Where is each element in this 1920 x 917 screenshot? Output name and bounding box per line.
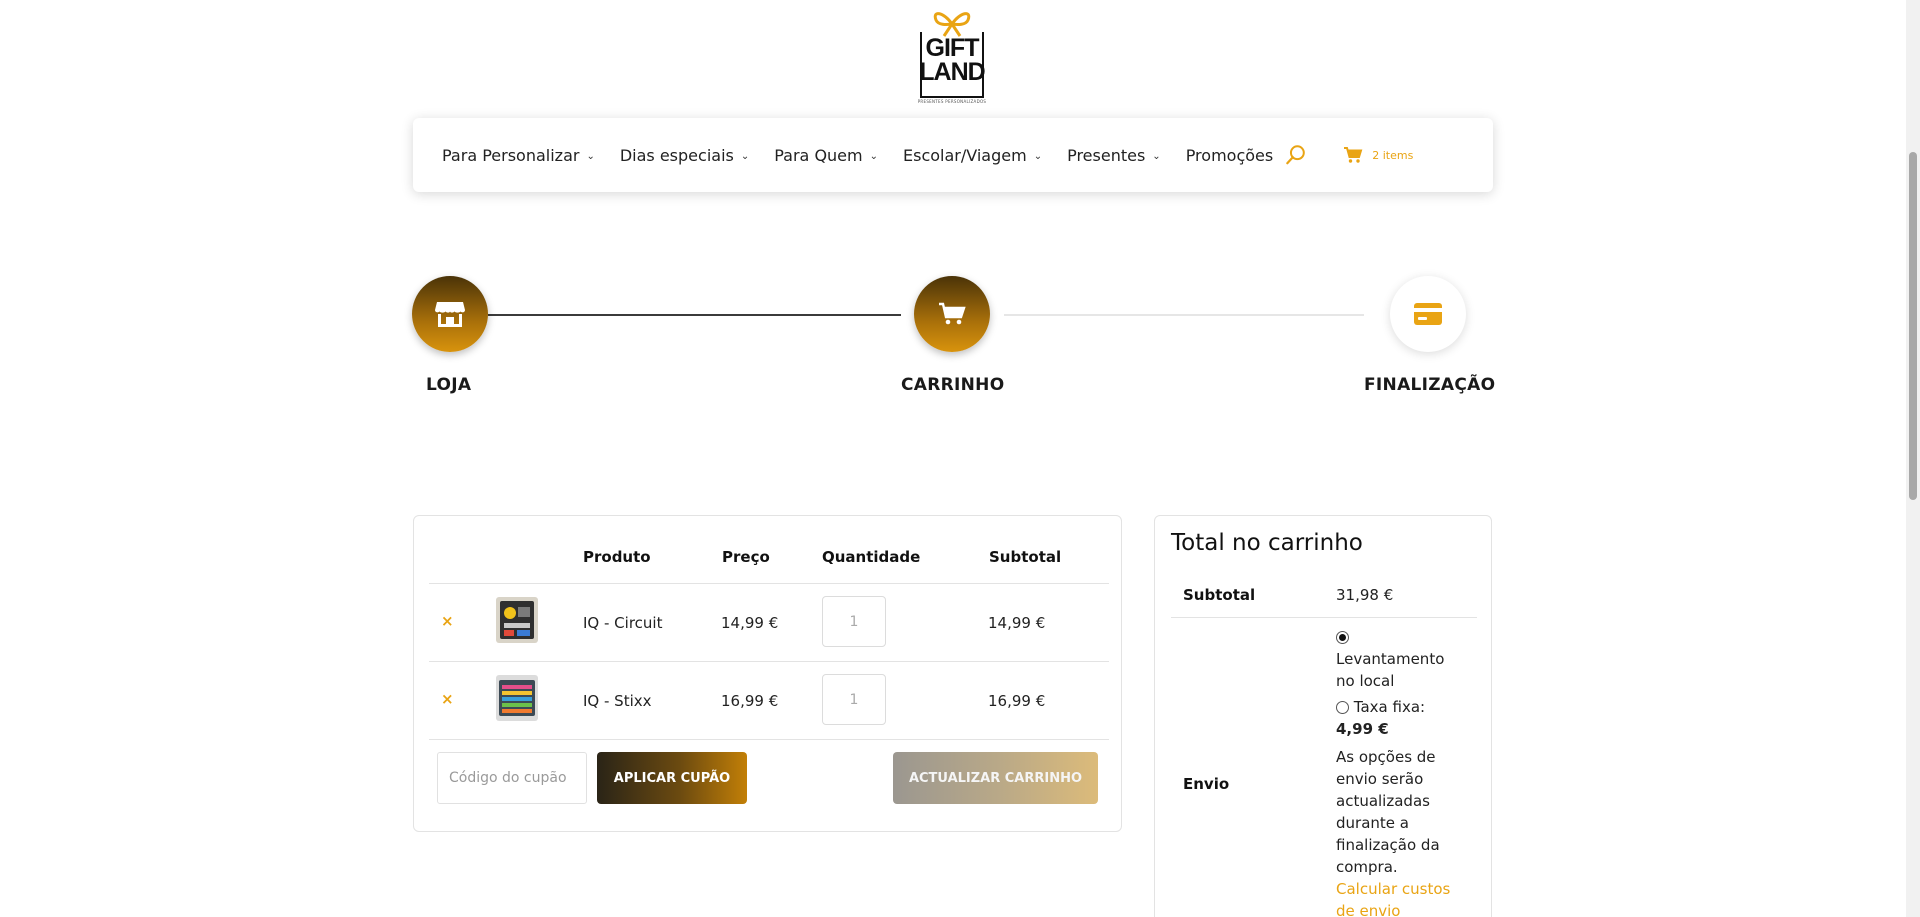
- subtotal-value: 31,98 €: [1336, 586, 1394, 604]
- product-thumbnail[interactable]: [496, 675, 538, 721]
- nav-item-para-personalizar[interactable]: Para Personalizar ⌄: [442, 146, 595, 165]
- cart-table: Produto Preço Quantidade Subtotal × IQ -…: [413, 515, 1122, 832]
- store-icon: [435, 302, 465, 327]
- product-subtotal: 14,99 €: [988, 614, 1046, 632]
- nav-item-escolar-viagem[interactable]: Escolar/Viagem ⌄: [903, 146, 1042, 165]
- radio-button-flat-rate[interactable]: [1336, 701, 1349, 714]
- column-header-product: Produto: [583, 548, 651, 566]
- radio-button-pickup[interactable]: [1336, 631, 1349, 644]
- nav-label: Escolar/Viagem: [903, 145, 1027, 165]
- cart-link[interactable]: 2 items: [1343, 146, 1413, 164]
- scrollbar-thumb[interactable]: [1909, 152, 1917, 500]
- shipping-label: Envio: [1183, 775, 1230, 793]
- nav-item-dias-especiais[interactable]: Dias especiais ⌄: [620, 146, 749, 165]
- product-price: 14,99 €: [721, 614, 779, 632]
- step-connector-pending: [1004, 314, 1364, 316]
- update-cart-button[interactable]: ACTUALIZAR CARRINHO: [893, 752, 1098, 804]
- table-row: × IQ - Circuit 14,99 € 14,99 €: [414, 584, 1123, 662]
- product-name-link[interactable]: IQ - Stixx: [583, 692, 652, 710]
- remove-item-button[interactable]: ×: [441, 691, 454, 707]
- step-cart[interactable]: [914, 276, 990, 352]
- column-header-quantity: Quantidade: [822, 548, 921, 566]
- credit-card-icon: [1414, 303, 1442, 325]
- step-label-checkout: FINALIZAÇÃO: [1364, 375, 1496, 395]
- product-subtotal: 16,99 €: [988, 692, 1046, 710]
- shipping-option-flat-rate[interactable]: Taxa fixa:: [1336, 696, 1466, 718]
- site-logo[interactable]: GIFT LAND PRESENTES PERSONALIZADOS: [913, 8, 991, 104]
- chevron-down-icon: ⌄: [1033, 150, 1043, 162]
- search-icon[interactable]: [1285, 144, 1307, 166]
- table-row: × IQ - Stixx 16,99 € 16,99 €: [414, 662, 1123, 740]
- row-divider: [1171, 617, 1477, 618]
- nav-label: Presentes: [1067, 145, 1146, 165]
- main-nav: Para Personalizar ⌄ Dias especiais ⌄ Par…: [413, 118, 1493, 192]
- cart-totals: Total no carrinho Subtotal 31,98 € Envio…: [1154, 515, 1492, 917]
- subtotal-label: Subtotal: [1183, 586, 1256, 604]
- product-name-link[interactable]: IQ - Circuit: [583, 614, 662, 632]
- cart-icon: [939, 302, 966, 325]
- totals-title: Total no carrinho: [1171, 530, 1363, 556]
- nav-item-para-quem[interactable]: Para Quem ⌄: [774, 146, 878, 165]
- chevron-down-icon: ⌄: [586, 150, 595, 162]
- shipping-option-pickup-label: Levantamento no local: [1336, 650, 1445, 690]
- step-connector-completed: [488, 314, 901, 316]
- logo-text-bottom: LAND: [919, 58, 985, 86]
- flat-rate-label: Taxa fixa:: [1353, 698, 1426, 716]
- nav-item-presentes[interactable]: Presentes ⌄: [1067, 146, 1161, 165]
- shipping-options: Levantamento no local Taxa fixa: 4,99 € …: [1336, 626, 1466, 917]
- step-checkout[interactable]: [1390, 276, 1466, 352]
- shipping-note: As opções de envio serão actualizadas du…: [1336, 748, 1440, 876]
- product-price: 16,99 €: [721, 692, 779, 710]
- nav-label: Promoções: [1185, 145, 1274, 165]
- nav-label: Para Quem: [774, 145, 863, 165]
- calculate-shipping-link[interactable]: Calcular custos de envio: [1336, 878, 1466, 917]
- coupon-code-input[interactable]: [437, 752, 587, 804]
- page-scrollbar[interactable]: [1906, 0, 1920, 917]
- remove-item-button[interactable]: ×: [441, 613, 454, 629]
- chevron-down-icon: ⌄: [1152, 150, 1161, 162]
- nav-label: Para Personalizar: [442, 145, 580, 165]
- flat-rate-price: 4,99 €: [1336, 720, 1389, 738]
- quantity-input[interactable]: [822, 674, 886, 725]
- product-thumbnail[interactable]: [496, 597, 538, 643]
- logo-text-top: GIFT: [925, 34, 980, 62]
- cart-icon: [1344, 147, 1363, 163]
- chevron-down-icon: ⌄: [740, 150, 750, 162]
- cart-count: 2 items: [1372, 148, 1414, 162]
- column-header-price: Preço: [722, 548, 770, 566]
- chevron-down-icon: ⌄: [869, 150, 878, 162]
- nav-item-promocoes[interactable]: Promoções: [1186, 146, 1274, 165]
- quantity-input[interactable]: [822, 596, 886, 647]
- logo-tagline: PRESENTES PERSONALIZADOS: [917, 99, 987, 104]
- apply-coupon-button[interactable]: APLICAR CUPÃO: [597, 752, 747, 804]
- step-label-shop: LOJA: [426, 375, 472, 395]
- nav-label: Dias especiais: [619, 145, 734, 165]
- shipping-option-pickup[interactable]: [1336, 626, 1466, 648]
- column-header-subtotal: Subtotal: [989, 548, 1062, 566]
- row-divider: [429, 739, 1109, 740]
- step-label-cart: CARRINHO: [901, 375, 1005, 395]
- step-shop[interactable]: [412, 276, 488, 352]
